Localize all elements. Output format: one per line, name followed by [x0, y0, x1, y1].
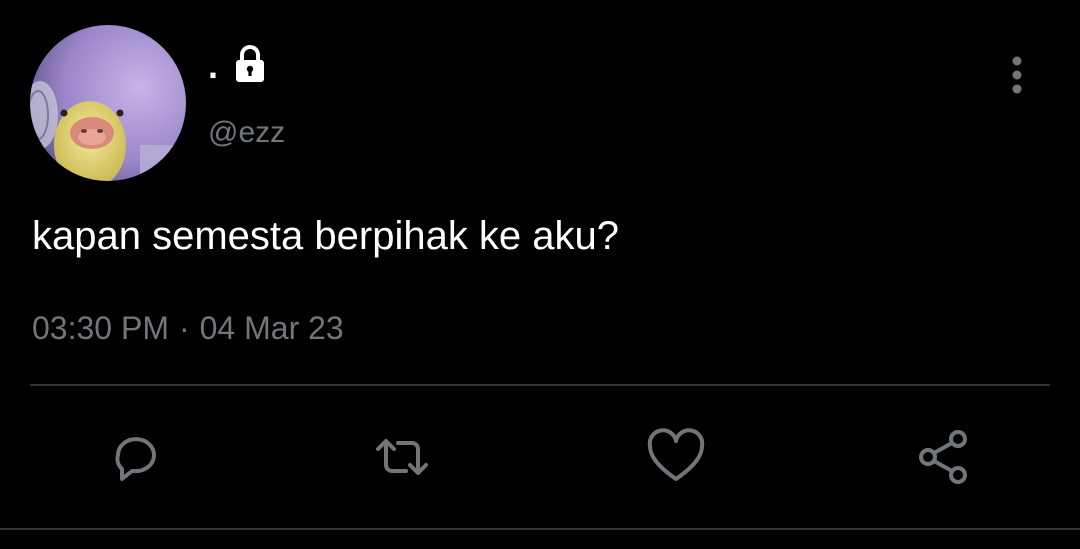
- tweet-date: 04 Mar 23: [199, 310, 344, 346]
- tweet-time: 03:30 PM: [32, 310, 169, 346]
- user-handle[interactable]: @ezz: [208, 116, 285, 150]
- tweet-text: kapan semesta berpihak ke aku?: [32, 214, 620, 258]
- divider: [30, 384, 1050, 386]
- heart-icon: [647, 428, 705, 481]
- avatar[interactable]: [30, 25, 186, 181]
- display-name-text: .: [208, 45, 219, 86]
- avatar-image: [30, 25, 186, 181]
- reply-icon: [115, 437, 156, 481]
- tweet-card: . @ezz kapan semesta berpihak ke aku? 03…: [0, 0, 1080, 549]
- like-button[interactable]: [644, 425, 708, 489]
- lock-icon: [236, 45, 265, 82]
- tweet-timestamp[interactable]: 03:30 PM · 04 Mar 23: [32, 308, 344, 348]
- share-button[interactable]: [912, 425, 976, 489]
- reply-button[interactable]: [104, 425, 168, 489]
- action-bar: [0, 425, 1080, 495]
- timestamp-separator: ·: [178, 310, 190, 346]
- retweet-button[interactable]: [370, 425, 434, 489]
- retweet-icon: [376, 439, 428, 475]
- display-name[interactable]: .: [208, 44, 270, 84]
- share-icon: [919, 430, 967, 484]
- more-options-icon[interactable]: [1000, 54, 1034, 98]
- bottom-divider: [0, 528, 1080, 530]
